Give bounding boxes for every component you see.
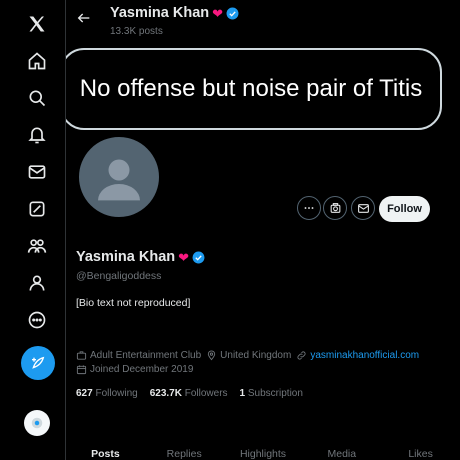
profile-main: Yasmina Khan ❤ 13.3K posts No offense bu… bbox=[66, 0, 460, 460]
more-icon[interactable] bbox=[19, 302, 55, 338]
communities-icon[interactable] bbox=[19, 228, 55, 264]
profile-meta: Adult Entertainment Club United Kingdom … bbox=[76, 350, 419, 361]
mail-icon bbox=[357, 203, 369, 213]
heart-emoji-icon: ❤ bbox=[178, 249, 190, 265]
avatar-placeholder-icon bbox=[98, 159, 140, 201]
tab-media[interactable]: Media bbox=[302, 444, 381, 460]
account-avatar[interactable] bbox=[24, 410, 50, 436]
message-button[interactable] bbox=[351, 196, 375, 220]
more-options-button[interactable] bbox=[297, 196, 321, 220]
profile-tabs: Posts Replies Highlights Media Likes bbox=[66, 444, 460, 460]
home-icon[interactable] bbox=[19, 43, 55, 79]
ellipsis-icon bbox=[304, 207, 314, 209]
arrow-left-icon bbox=[77, 13, 90, 23]
profile-avatar[interactable] bbox=[76, 134, 162, 220]
side-nav bbox=[0, 0, 66, 460]
compose-post-button[interactable] bbox=[21, 346, 55, 380]
tab-posts[interactable]: Posts bbox=[66, 444, 145, 460]
category-item: Adult Entertainment Club bbox=[76, 350, 201, 361]
profile-icon[interactable] bbox=[19, 265, 55, 301]
location-pin-icon bbox=[208, 350, 216, 361]
messages-icon[interactable] bbox=[19, 154, 55, 190]
header-display-name: Yasmina Khan ❤ bbox=[110, 5, 239, 21]
followers-count[interactable]: 623.7K Followers bbox=[150, 388, 228, 399]
tab-likes[interactable]: Likes bbox=[381, 444, 460, 460]
follow-button[interactable]: Follow bbox=[379, 196, 430, 222]
tab-highlights[interactable]: Highlights bbox=[224, 444, 303, 460]
website-link[interactable]: yasminakhanofficial.com bbox=[310, 350, 419, 361]
verified-badge-icon bbox=[226, 7, 239, 20]
profile-banner[interactable]: No offense but noise pair of Titis bbox=[66, 48, 442, 130]
display-name: Yasmina Khan ❤ bbox=[76, 249, 205, 265]
banner-text: No offense but noise pair of Titis bbox=[79, 75, 423, 102]
grok-icon[interactable] bbox=[19, 191, 55, 227]
explore-icon[interactable] bbox=[19, 80, 55, 116]
following-count[interactable]: 627 Following bbox=[76, 388, 138, 399]
joined-date: Joined December 2019 bbox=[76, 364, 193, 375]
briefcase-icon bbox=[76, 351, 87, 360]
profile-topbar: Yasmina Khan ❤ 13.3K posts bbox=[66, 0, 460, 44]
subscriptions-count[interactable]: 1 Subscription bbox=[240, 388, 303, 399]
profile-bio: [Bio text not reproduced] bbox=[76, 297, 191, 309]
link-icon bbox=[297, 351, 306, 360]
calendar-icon bbox=[76, 365, 87, 375]
verified-badge-icon[interactable] bbox=[192, 251, 205, 264]
tab-replies[interactable]: Replies bbox=[145, 444, 224, 460]
post-count: 13.3K posts bbox=[110, 26, 163, 37]
grok-profile-button[interactable] bbox=[323, 196, 347, 220]
camera-icon bbox=[330, 202, 340, 213]
x-logo-icon[interactable] bbox=[19, 6, 55, 42]
location-item: United Kingdom bbox=[206, 350, 291, 361]
heart-emoji-icon: ❤ bbox=[212, 5, 224, 21]
profile-handle: @Bengaligoddess bbox=[76, 270, 162, 282]
website-item[interactable]: yasminakhanofficial.com bbox=[296, 350, 419, 361]
back-button[interactable] bbox=[74, 8, 94, 28]
follow-counts: 627 Following 623.7K Followers 1 Subscri… bbox=[76, 388, 303, 399]
notifications-icon[interactable] bbox=[19, 117, 55, 153]
